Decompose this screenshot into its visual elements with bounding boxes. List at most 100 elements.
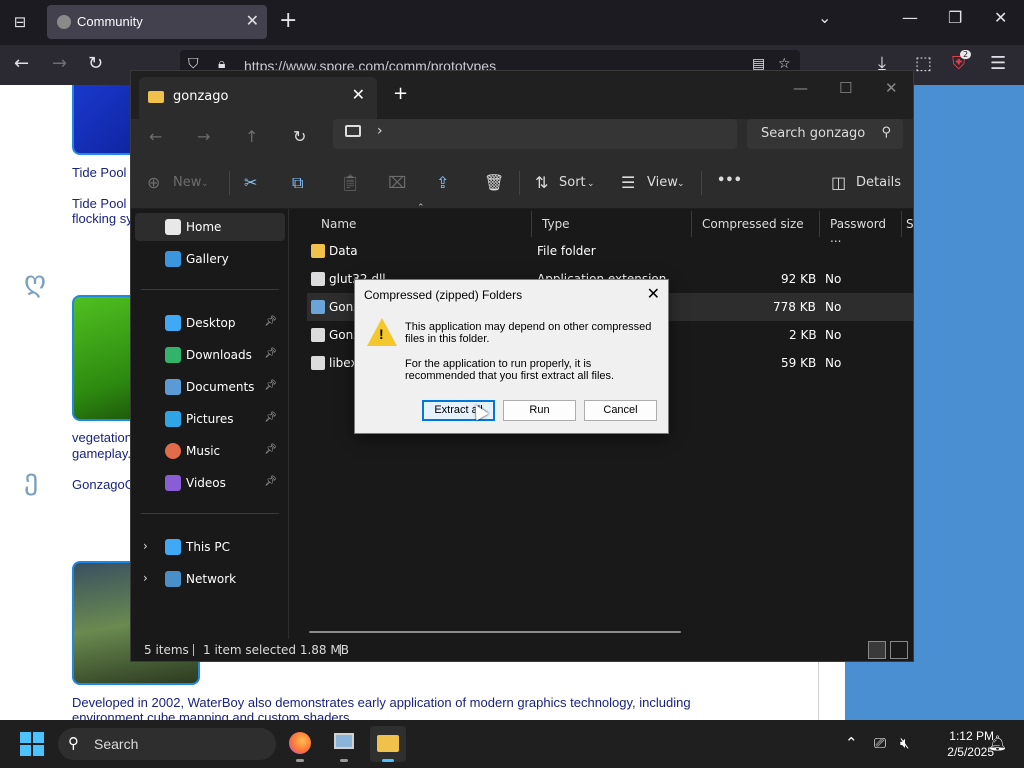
divider (193, 644, 194, 656)
horizontal-scrollbar[interactable] (309, 631, 681, 633)
divider (141, 289, 279, 290)
new-tab-button[interactable]: + (393, 83, 408, 104)
remote-desktop-taskbar-icon[interactable] (326, 726, 362, 762)
sort-button[interactable]: Sort (559, 175, 586, 190)
forward-icon[interactable]: → (52, 53, 67, 74)
navigation-pane: Home Gallery Desktop 📌︎ Downloads 📌︎ Doc… (131, 209, 289, 639)
nav-item-this-pc[interactable]: › This PC (135, 533, 285, 561)
list-all-tabs-chevron-icon[interactable]: ⌄ (818, 8, 831, 27)
copy-icon[interactable]: ⧉ (292, 173, 303, 193)
back-icon[interactable]: ← (14, 53, 29, 74)
chevron-right-icon[interactable]: › (143, 539, 148, 553)
search-icon: ⚲ (68, 734, 79, 752)
close-window-icon[interactable]: ✕ (885, 79, 898, 97)
forward-icon[interactable]: → (197, 127, 210, 146)
delete-icon[interactable]: 🗑︎ (484, 173, 504, 192)
show-hidden-icons-chevron-icon[interactable]: ⌃ (845, 734, 858, 752)
column-header-password[interactable]: Password ... (819, 211, 901, 245)
nav-item-downloads[interactable]: Downloads 📌︎ (135, 341, 285, 369)
chevron-down-icon: ⌄ (587, 179, 595, 189)
nav-item-home[interactable]: Home (135, 213, 285, 241)
file-password: No (825, 272, 842, 286)
share-icon[interactable]: ⇪ (436, 173, 449, 192)
minimize-icon[interactable]: — (902, 8, 918, 27)
address-bar[interactable]: › (333, 119, 737, 149)
nav-item-label: Pictures (186, 412, 234, 426)
explorer-tab-gonzago[interactable]: gonzago ✕ (139, 77, 377, 119)
divider (229, 171, 230, 195)
system-clock[interactable]: 1:12 PM 2/5/2025 (918, 728, 994, 760)
nav-item-desktop[interactable]: Desktop 📌︎ (135, 309, 285, 337)
new-tab-button[interactable]: + (279, 8, 297, 33)
file-type: File folder (537, 244, 596, 258)
details-pane-icon[interactable]: ◫ (831, 173, 846, 192)
nav-item-gallery[interactable]: Gallery (135, 245, 285, 273)
run-button[interactable]: Run (503, 400, 576, 421)
status-bar: 5 items 1 item selected 1.88 MB (131, 639, 913, 661)
tiles-view-icon[interactable] (890, 641, 908, 659)
view-icon[interactable]: ☰ (621, 173, 635, 192)
details-view-icon[interactable] (868, 641, 886, 659)
file-compressed-size: 59 KB (781, 356, 817, 370)
prototype-title[interactable]: Tide Pool (72, 165, 126, 180)
new-button[interactable]: New (173, 175, 201, 190)
rename-icon[interactable]: ⌧ (388, 173, 406, 192)
taskbar: ⚲ Search ⌃ ⎚ 🔇︎ 1:12 PM 2/5/2025 🔔︎ (0, 720, 1024, 768)
file-compressed-size: 92 KB (781, 272, 817, 286)
search-box[interactable]: Search gonzago ⚲ (747, 119, 903, 149)
nav-item-pictures[interactable]: Pictures 📌︎ (135, 405, 285, 433)
minimize-icon[interactable]: — (793, 79, 808, 97)
divider (340, 644, 341, 656)
dialog-message: For the application to run properly, it … (405, 358, 615, 382)
nav-item-documents[interactable]: Documents 📌︎ (135, 373, 285, 401)
reload-icon[interactable]: ↻ (88, 53, 103, 74)
notifications-bell-icon[interactable]: 🔔︎ (988, 734, 1007, 752)
tab-list-icon[interactable]: ⊟ (8, 10, 32, 34)
exe-file-icon (311, 300, 325, 314)
close-window-icon[interactable]: ✕ (994, 8, 1007, 27)
volume-muted-icon[interactable]: 🔇︎ (900, 734, 909, 752)
details-button[interactable]: Details (856, 175, 901, 190)
chevron-right-icon[interactable]: › (143, 571, 148, 585)
cancel-button[interactable]: Cancel (584, 400, 657, 421)
column-header-type[interactable]: Type (531, 211, 691, 237)
see-more-button[interactable]: ••• (717, 173, 742, 188)
network-status-icon[interactable]: ⎚ (874, 734, 886, 752)
new-plus-icon[interactable]: ⊕ (147, 173, 160, 192)
close-icon[interactable]: ✕ (647, 284, 660, 304)
file-row-data[interactable]: Data File folder (307, 237, 913, 265)
cut-icon[interactable]: ✂ (244, 173, 257, 192)
close-tab-icon[interactable]: ✕ (246, 11, 259, 30)
taskbar-search-placeholder: Search (94, 736, 139, 752)
file-compressed-size: 2 KB (789, 328, 817, 342)
close-tab-icon[interactable]: ✕ (352, 85, 365, 104)
dialog-message: This application may depend on other com… (405, 321, 652, 345)
sort-icon[interactable]: ⇅ (535, 173, 548, 192)
menu-hamburger-icon[interactable]: ☰ (990, 53, 1006, 74)
maximize-icon[interactable]: ☐ (839, 79, 852, 97)
prototype-description: vegetation (72, 430, 132, 445)
prototype-download-link[interactable]: GonzagoG (72, 477, 135, 492)
chevron-right-icon[interactable]: › (377, 123, 383, 139)
dialog-title: Compressed (zipped) Folders (364, 288, 523, 302)
back-icon[interactable]: ← (149, 127, 162, 146)
file-explorer-taskbar-icon[interactable] (370, 726, 406, 762)
browser-tab-community[interactable]: Community ✕ (47, 5, 267, 39)
explorer-navigation-bar: ← → ↑ ↻ › Search gonzago ⚲ (131, 119, 913, 159)
column-header-name[interactable]: Name (311, 211, 531, 237)
nav-item-music[interactable]: Music 📌︎ (135, 437, 285, 465)
firefox-taskbar-icon[interactable] (282, 726, 318, 762)
nav-item-videos[interactable]: Videos 📌︎ (135, 469, 285, 497)
nav-item-network[interactable]: › Network (135, 565, 285, 593)
windows-start-icon[interactable] (20, 732, 44, 756)
column-header-compressed-size[interactable]: Compressed size (691, 211, 819, 237)
refresh-icon[interactable]: ↻ (293, 127, 306, 146)
file-compressed-size: 778 KB (773, 300, 816, 314)
extensions-icon[interactable]: ⬚ (915, 53, 932, 74)
taskbar-search[interactable]: ⚲ Search (58, 728, 276, 760)
view-button[interactable]: View (647, 175, 678, 190)
up-icon[interactable]: ↑ (245, 127, 258, 146)
column-header-size[interactable]: Si (901, 211, 913, 237)
paste-icon[interactable]: 📋︎ (340, 173, 360, 192)
restore-icon[interactable]: ❐ (948, 8, 962, 27)
